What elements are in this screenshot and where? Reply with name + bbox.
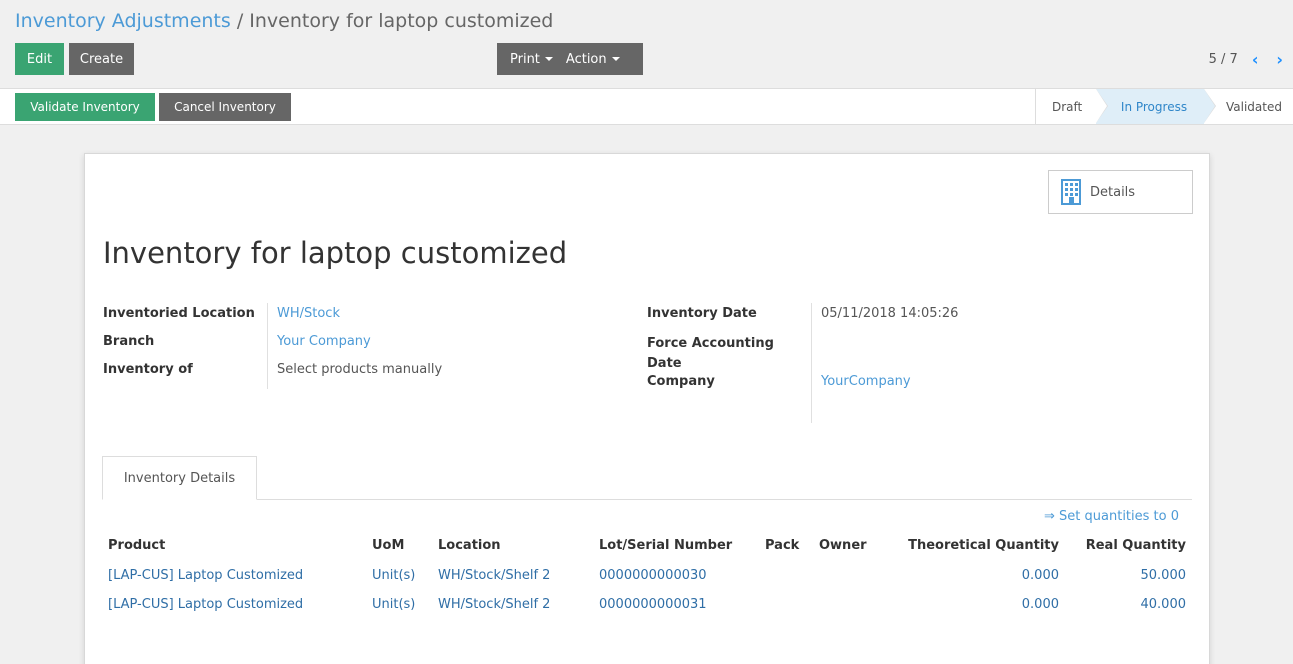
record-title: Inventory for laptop customized xyxy=(103,236,568,270)
breadcrumb-current: Inventory for laptop customized xyxy=(249,10,554,32)
column-header-owner[interactable]: Owner xyxy=(819,538,867,553)
cell-lot: 0000000000030 xyxy=(599,568,707,583)
label-branch: Branch xyxy=(103,334,155,349)
stage-in-progress[interactable]: In Progress xyxy=(1096,89,1216,124)
tab-divider xyxy=(102,499,1192,500)
label-force-accounting-date: Force Accounting Date xyxy=(647,336,774,371)
stage-label: Validated xyxy=(1226,99,1282,114)
column-header-real-quantity[interactable]: Real Quantity xyxy=(1086,538,1186,553)
pager-value[interactable]: 5 / 7 xyxy=(1209,52,1238,67)
caret-down-icon xyxy=(611,57,620,61)
create-button[interactable]: Create xyxy=(69,43,134,75)
caret-down-icon xyxy=(544,57,553,61)
statusbar: Validate Inventory Cancel Inventory Draf… xyxy=(0,88,1293,125)
building-icon xyxy=(1061,179,1081,205)
field-inventory-date: 05/11/2018 14:05:26 xyxy=(821,306,959,321)
action-label: Action xyxy=(565,51,607,67)
stage-validated[interactable]: Validated xyxy=(1204,89,1293,124)
column-header-location[interactable]: Location xyxy=(438,538,501,553)
label-inventory-of: Inventory of xyxy=(103,362,193,377)
cell-real-quantity: 50.000 xyxy=(1140,568,1187,583)
form-sheet: Details Inventory for laptop customized … xyxy=(84,153,1210,664)
tab-inventory-details[interactable]: Inventory Details xyxy=(102,456,257,500)
label-company: Company xyxy=(647,374,715,389)
set-quantities-zero-link[interactable]: ⇒ Set quantities to 0 xyxy=(1044,509,1179,524)
validate-inventory-button[interactable]: Validate Inventory xyxy=(15,93,155,121)
cell-uom: Unit(s) xyxy=(372,597,416,612)
column-header-uom[interactable]: UoM xyxy=(372,538,404,553)
print-dropdown[interactable]: Print xyxy=(497,43,553,75)
field-divider xyxy=(267,303,268,389)
stage-arrow xyxy=(1204,89,1215,123)
breadcrumb-parent-link[interactable]: Inventory Adjustments xyxy=(15,10,231,32)
cell-location: WH/Stock/Shelf 2 xyxy=(438,597,551,612)
details-label: Details xyxy=(1090,184,1136,200)
column-header-theoretical-quantity[interactable]: Theoretical Quantity xyxy=(908,538,1059,553)
field-company[interactable]: YourCompany xyxy=(821,374,911,389)
column-header-lot[interactable]: Lot/Serial Number xyxy=(599,538,732,553)
pager: 5 / 7 ‹ › xyxy=(1209,50,1283,69)
control-panel: Inventory Adjustments / Inventory for la… xyxy=(0,0,1293,88)
stage-label: Draft xyxy=(1052,99,1083,114)
field-inventoried-location[interactable]: WH/Stock xyxy=(277,306,340,321)
breadcrumb-separator: / xyxy=(236,10,244,32)
stage-label: In Progress xyxy=(1120,99,1188,114)
label-inventory-date: Inventory Date xyxy=(647,306,757,321)
label-inventoried-location: Inventoried Location xyxy=(103,306,255,321)
column-header-pack[interactable]: Pack xyxy=(765,538,799,553)
cell-lot: 0000000000031 xyxy=(599,597,707,612)
stage-draft[interactable]: Draft xyxy=(1036,89,1108,124)
cell-real-quantity: 40.000 xyxy=(1140,597,1187,612)
cell-product: [LAP-CUS] Laptop Customized xyxy=(108,568,304,583)
stage-pipeline: Draft In Progress Validated xyxy=(1035,89,1293,124)
cell-location: WH/Stock/Shelf 2 xyxy=(438,568,551,583)
field-branch[interactable]: Your Company xyxy=(277,334,371,349)
column-header-product[interactable]: Product xyxy=(108,538,165,553)
stage-arrow xyxy=(1096,89,1107,123)
action-dropdown[interactable]: Action xyxy=(553,43,620,75)
print-action-group: Print Action xyxy=(497,43,643,75)
cancel-inventory-button[interactable]: Cancel Inventory xyxy=(159,93,291,121)
field-inventory-of: Select products manually xyxy=(277,362,443,377)
edit-button[interactable]: Edit xyxy=(15,43,64,75)
details-smart-button[interactable]: Details xyxy=(1048,170,1193,214)
breadcrumb: Inventory Adjustments / Inventory for la… xyxy=(15,10,553,32)
chevron-left-icon[interactable]: ‹ xyxy=(1252,50,1259,69)
field-divider xyxy=(811,303,812,423)
cell-theoretical-quantity: 0.000 xyxy=(1021,597,1059,612)
cell-product: [LAP-CUS] Laptop Customized xyxy=(108,597,304,612)
print-label: Print xyxy=(510,51,540,67)
cell-uom: Unit(s) xyxy=(372,568,416,583)
chevron-right-icon[interactable]: › xyxy=(1276,50,1283,69)
cell-theoretical-quantity: 0.000 xyxy=(1021,568,1059,583)
